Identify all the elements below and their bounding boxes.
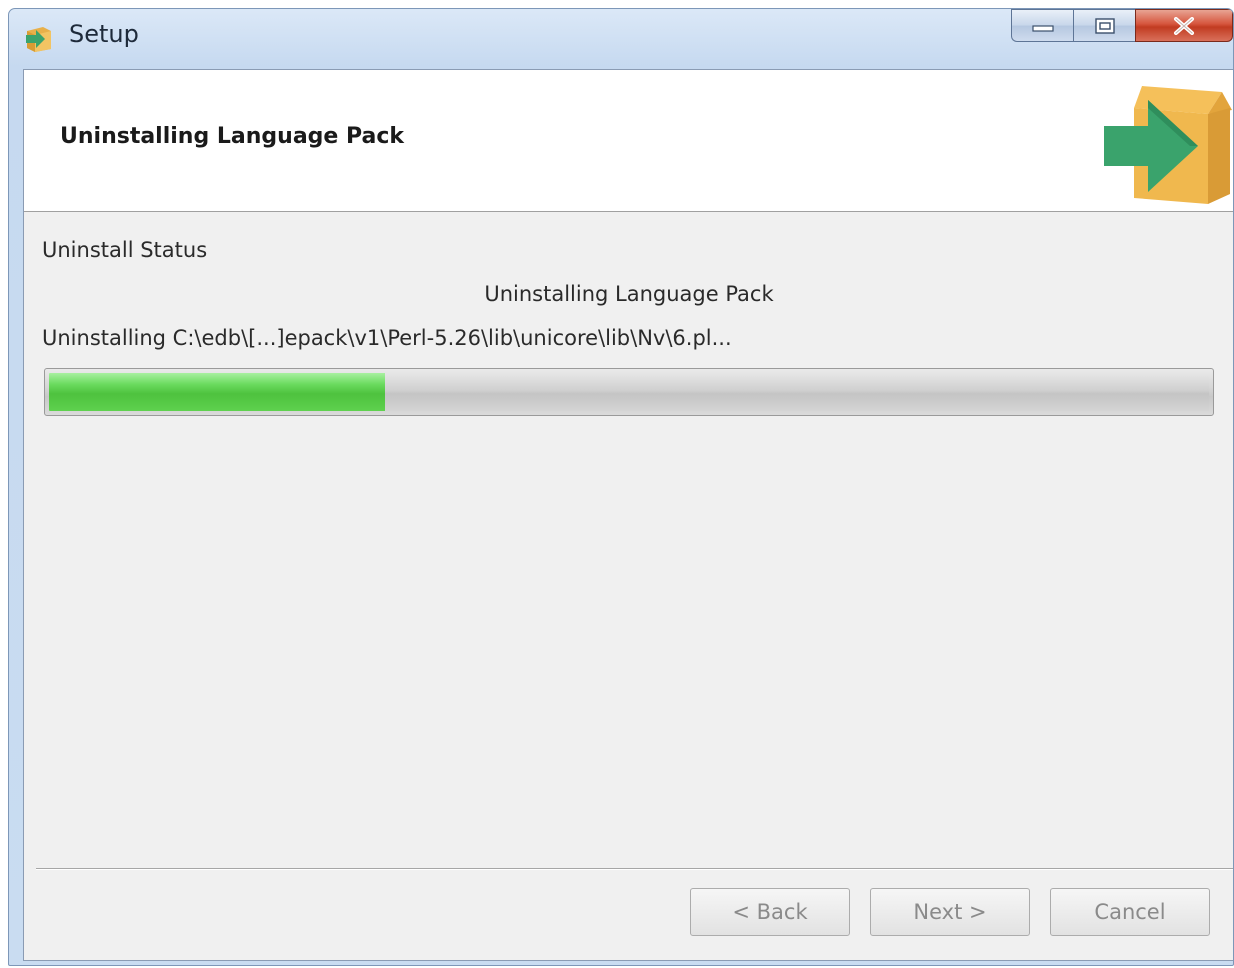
setup-window: Setup Uninstalling Language Pack Uninsta… — [8, 8, 1234, 966]
wizard-header: Uninstalling Language Pack — [24, 70, 1233, 212]
window-title: Setup — [69, 20, 139, 48]
minimize-icon — [1031, 24, 1054, 32]
maximize-icon — [1094, 17, 1115, 34]
progress-fill — [49, 373, 386, 411]
back-button[interactable]: < Back — [690, 888, 850, 936]
title-bar[interactable]: Setup — [9, 9, 1233, 67]
button-divider — [36, 868, 1233, 870]
maximize-button[interactable] — [1073, 9, 1135, 42]
minimize-button[interactable] — [1011, 9, 1073, 42]
progress-bar — [44, 368, 1214, 416]
next-button[interactable]: Next > — [870, 888, 1030, 936]
uninstall-status-label: Uninstall Status — [42, 238, 208, 262]
installer-box-arrow-icon — [26, 27, 51, 52]
current-file-text: Uninstalling C:\edb\[...]epack\v1\Perl-5… — [42, 326, 732, 350]
cancel-button[interactable]: Cancel — [1050, 888, 1210, 936]
close-button[interactable] — [1135, 9, 1233, 42]
page-title: Uninstalling Language Pack — [60, 124, 405, 149]
progress-track — [49, 373, 1209, 411]
close-icon — [1174, 16, 1194, 35]
current-action-text: Uninstalling Language Pack — [484, 282, 774, 306]
caption-buttons — [1011, 9, 1233, 45]
wizard-client-area: Uninstalling Language Pack Uninstall Sta… — [23, 69, 1233, 961]
installer-box-arrow-icon — [1104, 86, 1232, 204]
